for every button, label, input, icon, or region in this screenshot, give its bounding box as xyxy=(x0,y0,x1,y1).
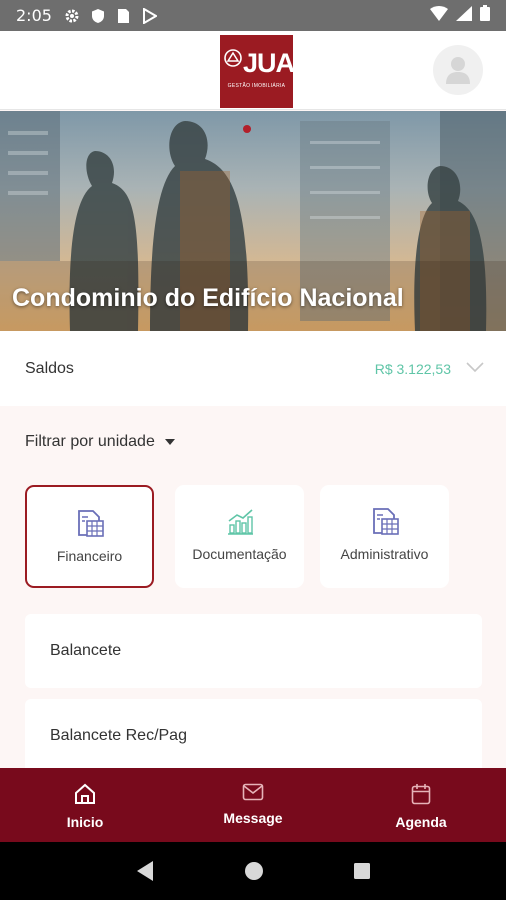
logo-subtitle: GESTÃO IMOBILIÁRIA xyxy=(227,83,286,89)
spreadsheet-icon xyxy=(372,508,399,535)
signal-icon xyxy=(456,5,472,26)
nav-item-agenda[interactable]: Agenda xyxy=(336,768,506,842)
status-bar: 2:05 xyxy=(0,0,506,31)
nav-item-message[interactable]: Message xyxy=(170,768,336,842)
caret-down-icon xyxy=(164,439,175,445)
balance-label: Saldos xyxy=(25,360,74,377)
category-label: Documentação xyxy=(192,546,287,562)
chevron-down-icon[interactable] xyxy=(466,361,484,373)
list-item-balancete-rec-pag[interactable]: Balancete Rec/Pag xyxy=(25,699,482,773)
spreadsheet-icon xyxy=(77,510,104,537)
list-item-balancete[interactable]: Balancete xyxy=(25,614,482,688)
category-administrativo[interactable]: Administrativo xyxy=(320,485,449,588)
brand-logo: JUA GESTÃO IMOBILIÁRIA xyxy=(220,35,295,108)
condominium-title: Condominio do Edifício Nacional xyxy=(12,284,404,312)
app-header: JUA GESTÃO IMOBILIÁRIA xyxy=(0,31,506,110)
back-icon[interactable] xyxy=(135,860,155,882)
recents-icon[interactable] xyxy=(353,862,371,880)
shield-icon xyxy=(90,8,106,24)
list-item-label: Balancete Rec/Pag xyxy=(50,727,187,744)
nav-label: Message xyxy=(223,810,283,826)
balance-value: R$ 3.122,53 xyxy=(374,361,451,377)
battery-icon xyxy=(480,5,490,26)
nav-item-inicio[interactable]: Inicio xyxy=(0,768,170,842)
chart-icon xyxy=(227,509,253,535)
category-financeiro[interactable]: Financeiro xyxy=(25,485,154,588)
sim-card-icon xyxy=(116,8,132,24)
home-icon xyxy=(75,783,95,804)
wifi-icon xyxy=(430,5,448,26)
profile-avatar[interactable] xyxy=(433,45,483,95)
category-label: Financeiro xyxy=(56,548,123,564)
nav-label: Inicio xyxy=(66,814,104,830)
nav-label: Agenda xyxy=(395,814,447,830)
list-item-label: Balancete xyxy=(50,642,122,659)
carousel-indicator[interactable] xyxy=(243,125,251,133)
hero-banner[interactable]: Condominio do Edifício Nacional xyxy=(0,111,506,331)
status-time: 2:05 xyxy=(16,6,52,25)
system-navigation-bar xyxy=(0,842,506,900)
balance-row[interactable]: Saldos R$ 3.122,53 xyxy=(0,331,506,406)
user-icon xyxy=(446,57,470,84)
logo-text: JUA xyxy=(243,48,295,78)
calendar-icon xyxy=(411,784,431,805)
bottom-navigation: Inicio Message Agenda xyxy=(0,768,506,842)
play-store-icon xyxy=(142,7,158,24)
unit-filter-dropdown[interactable]: Filtrar por unidade xyxy=(25,433,175,451)
logo-mark-icon xyxy=(224,49,242,67)
mail-icon xyxy=(242,783,264,801)
unit-filter-label: Filtrar por unidade xyxy=(25,433,155,450)
category-label: Administrativo xyxy=(340,546,429,562)
home-button-icon[interactable] xyxy=(244,861,264,881)
settings-icon xyxy=(64,8,80,24)
category-documentacao[interactable]: Documentação xyxy=(175,485,304,588)
